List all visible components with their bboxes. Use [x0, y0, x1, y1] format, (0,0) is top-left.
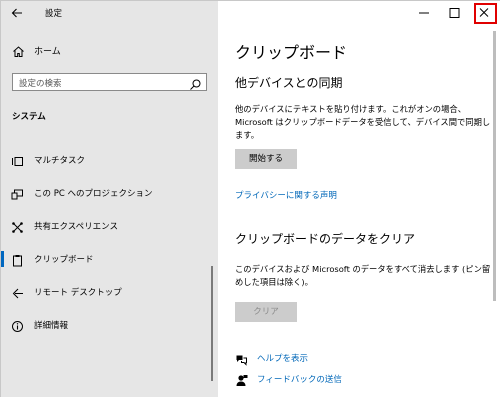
- maximize-button[interactable]: [439, 1, 469, 25]
- clear-button[interactable]: クリア: [235, 302, 297, 322]
- sidebar-item-label: この PC へのプロジェクション: [34, 189, 153, 199]
- clear-heading: クリップボードのデータをクリア: [235, 232, 416, 246]
- feedback-label: フィードバックの送信: [257, 375, 342, 385]
- clear-description: このデバイスおよび Microsoft のデータをすべて消去します (ピン留めし…: [235, 264, 491, 287]
- titlebar-left: 設定: [1, 1, 218, 25]
- privacy-statement-link[interactable]: プライバシーに関する声明: [235, 189, 337, 201]
- sidebar-item-multitask[interactable]: マルチタスク: [1, 149, 218, 171]
- sidebar-item-shared-experiences[interactable]: 共有エクスペリエンス: [1, 215, 218, 237]
- help-chat-icon: [235, 351, 248, 366]
- clipboard-icon: [11, 252, 24, 267]
- page-title: クリップボード: [235, 43, 348, 62]
- multitask-icon: [11, 153, 24, 166]
- settings-window: 設定 ホーム 設定の検索 システム マルチタスク この PC へのプロジェクショ…: [0, 0, 500, 397]
- remote-desktop-icon: [11, 285, 24, 299]
- main-scrollbar[interactable]: [493, 31, 496, 301]
- section-label-system: システム: [12, 112, 46, 122]
- sync-heading: 他デバイスとの同期: [235, 76, 343, 90]
- main-content: クリップボード 他デバイスとの同期 他のデバイスにテキストを貼り付けます。これが…: [218, 1, 500, 397]
- search-placeholder: 設定の検索: [19, 79, 62, 89]
- active-indicator: [1, 251, 4, 267]
- sidebar-item-label: リモート デスクトップ: [34, 288, 122, 298]
- sidebar-item-label: マルチタスク: [34, 156, 86, 166]
- projection-icon: [11, 186, 24, 200]
- sidebar-item-label: 共有エクスペリエンス: [34, 222, 118, 232]
- nav-home[interactable]: ホーム: [1, 39, 218, 61]
- sidebar-scrollbar[interactable]: [211, 266, 213, 381]
- nav-home-label: ホーム: [34, 47, 61, 57]
- sidebar-item-remote-desktop[interactable]: リモート デスクトップ: [1, 281, 218, 303]
- sidebar-item-label: クリップボード: [34, 255, 94, 265]
- sidebar-item-clipboard[interactable]: クリップボード: [1, 248, 218, 270]
- sidebar-item-label: 詳細情報: [34, 321, 69, 331]
- sidebar-item-about[interactable]: 詳細情報: [1, 314, 218, 336]
- minimize-button[interactable]: [409, 1, 439, 25]
- sidebar-item-projection[interactable]: この PC へのプロジェクション: [1, 182, 218, 204]
- app-title: 設定: [45, 9, 63, 19]
- start-sync-button[interactable]: 開始する: [235, 149, 297, 169]
- search-input[interactable]: 設定の検索: [12, 73, 207, 91]
- get-help-label: ヘルプを表示: [257, 354, 309, 364]
- home-icon: [12, 43, 25, 57]
- search-icon[interactable]: [189, 76, 202, 90]
- sync-description: 他のデバイスにテキストを貼り付けます。これがオンの場合、Microsoft はク…: [235, 104, 491, 140]
- back-arrow-icon[interactable]: [9, 5, 25, 21]
- shared-experience-icon: [11, 219, 24, 233]
- feedback-person-icon: [235, 372, 248, 386]
- close-button-highlight: [474, 3, 497, 24]
- info-icon: [11, 318, 24, 332]
- sidebar: 設定 ホーム 設定の検索 システム マルチタスク この PC へのプロジェクショ…: [1, 1, 218, 397]
